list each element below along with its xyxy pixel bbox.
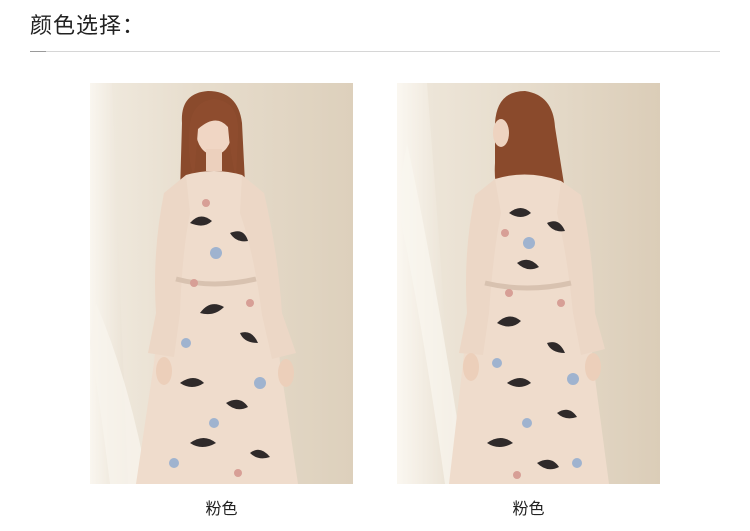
swatch-caption-back: 粉色	[512, 499, 545, 518]
neck	[206, 149, 222, 171]
right-hand	[278, 359, 294, 387]
color-swatch-image-back[interactable]	[397, 83, 660, 484]
swatch-caption-front: 粉色	[205, 499, 238, 518]
color-swatch-image-front[interactable]	[90, 83, 353, 484]
left-hand	[156, 357, 172, 385]
section-title: 颜色选择：	[30, 14, 146, 39]
right-hand	[585, 353, 601, 381]
left-hand	[463, 353, 479, 381]
face-profile	[493, 119, 509, 147]
title-divider-accent	[30, 51, 46, 52]
title-divider	[30, 51, 720, 52]
model-back-photo	[397, 83, 660, 484]
model-front-photo	[90, 83, 353, 484]
